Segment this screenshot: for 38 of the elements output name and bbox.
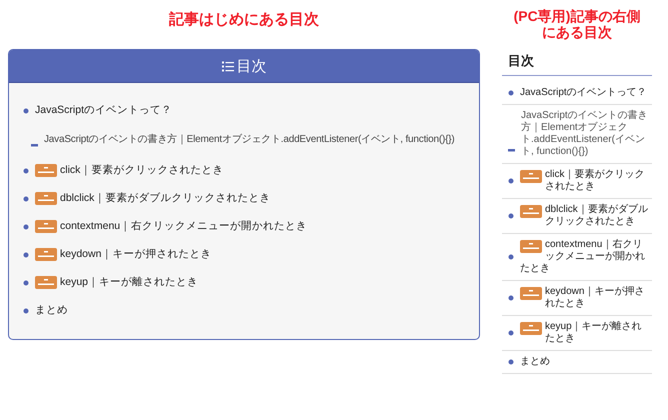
toc-link[interactable]: keydown｜キーが押されたとき: [520, 286, 650, 310]
list-icon: [222, 60, 234, 72]
bullet-icon: [508, 213, 514, 220]
bullet-icon: [23, 224, 29, 230]
bullet-icon: [23, 108, 29, 114]
toc-link[interactable]: JavaScriptのイベントって？: [520, 87, 647, 100]
toc-link[interactable]: keydown｜キーが押されたとき: [60, 248, 212, 262]
toc-link[interactable]: JavaScriptのイベントの書き方｜Elementオブジェクト.addEventListener(イベント, function(){}): [521, 110, 650, 158]
bullet-icon: [23, 308, 29, 314]
toc-link[interactable]: click｜要素がクリックされたとき: [520, 169, 650, 194]
bullet-icon: [23, 280, 29, 286]
toc-link[interactable]: contextmenu｜右クリックメニューが開かれたとき: [60, 220, 308, 234]
toc-link[interactable]: dblclick｜要素がダブルクリックされたとき: [520, 204, 650, 228]
dash-icon: [31, 144, 38, 147]
toc-link[interactable]: dblclick｜要素がダブルクリックされたとき: [60, 192, 270, 206]
toc-link[interactable]: contextmenu｜右クリックメニューが開かれたとき: [520, 239, 650, 276]
bullet-icon: [508, 359, 514, 366]
bullet-icon: [23, 196, 29, 202]
dash-icon: [508, 149, 515, 152]
bullet-icon: [23, 252, 29, 258]
bullet-icon: [508, 254, 514, 260]
bullet-icon: [508, 330, 514, 336]
toc-link[interactable]: keyup｜キーが離されたとき: [60, 276, 198, 290]
bullet-icon: [508, 90, 514, 96]
toc-link[interactable]: まとめ: [520, 356, 550, 368]
bullet-icon: [508, 178, 514, 184]
section-heading: にある目次: [542, 24, 612, 40]
section-heading: (PC専用)記事の右側: [514, 8, 640, 24]
bullet-icon: [508, 295, 514, 302]
bullet-icon: [23, 168, 29, 174]
toc-link[interactable]: keyup｜キーが離されたとき: [520, 321, 647, 346]
toc-link[interactable]: JavaScriptのイベントって？: [35, 104, 172, 118]
toc-title: 目次: [236, 56, 266, 76]
toc-link[interactable]: click｜要素がクリックされたとき: [60, 164, 224, 178]
section-heading: 記事はじめにある目次: [169, 10, 319, 29]
sidebar-title: 目次: [502, 40, 652, 76]
toc-link[interactable]: まとめ: [35, 304, 68, 318]
toc-link[interactable]: JavaScriptのイベントの書き方｜Elementオブジェクト.addEventListener(イベント, function(){}): [44, 132, 455, 146]
